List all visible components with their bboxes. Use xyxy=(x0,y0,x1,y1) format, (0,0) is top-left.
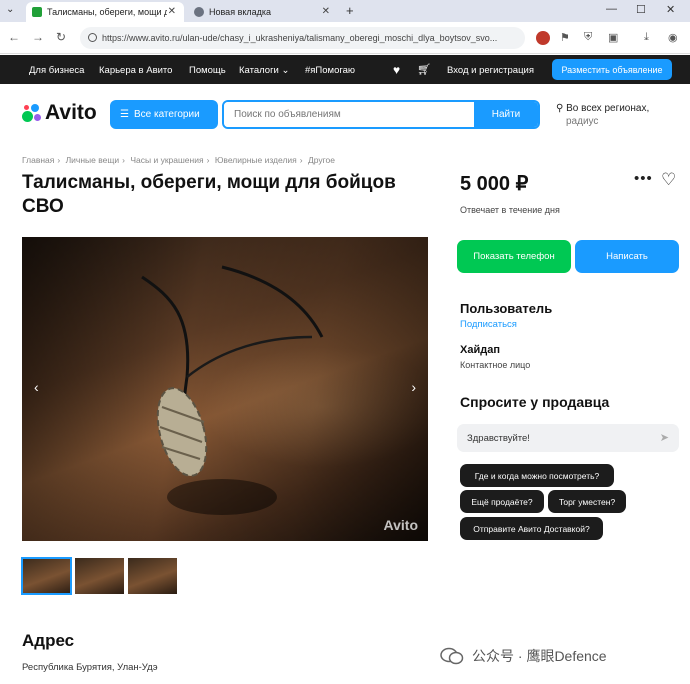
address-bar-row: ← → ↻ https://www.avito.ru/ulan-ude/chas… xyxy=(0,22,690,54)
nav-help[interactable]: Помощь xyxy=(189,65,226,76)
menu-icon: ☰ xyxy=(120,109,129,120)
puzzle-icon[interactable]: ▣ xyxy=(608,31,618,44)
price: 5 000 ₽ xyxy=(460,173,529,195)
wechat-icon xyxy=(440,647,464,665)
nav-catalogs-label: Каталоги xyxy=(239,65,279,76)
all-categories-button[interactable]: ☰ Все категории xyxy=(110,100,218,129)
show-phone-button[interactable]: Показать телефон xyxy=(457,240,571,273)
region-label: Во всех регионах, xyxy=(566,103,650,114)
ask-seller-heading: Спросите у продавца xyxy=(460,394,610,410)
seller-name[interactable]: Пользователь xyxy=(460,301,552,316)
thumbnail[interactable] xyxy=(128,558,177,594)
breadcrumb-item[interactable]: Личные вещи xyxy=(66,155,120,165)
location-pin-icon: ⚲ xyxy=(556,103,564,114)
extension-icon[interactable] xyxy=(536,31,550,45)
back-icon[interactable]: ← xyxy=(8,30,20,44)
prev-photo-icon[interactable]: ‹ xyxy=(34,379,39,395)
heart-icon[interactable]: ♥ xyxy=(393,63,400,77)
amulet-illustration xyxy=(141,265,324,515)
tab-new[interactable]: Новая вкладка ✕ xyxy=(188,2,338,22)
nav-catalogs[interactable]: Каталоги ⌄ xyxy=(239,65,289,76)
login-link[interactable]: Вход и регистрация xyxy=(447,65,534,76)
quick-question-chip[interactable]: Отправите Авито Доставкой? xyxy=(460,517,603,540)
nav-help-tag[interactable]: #яПомогаю xyxy=(305,65,355,76)
avito-logo[interactable]: Avito xyxy=(22,101,97,125)
listing-title: Талисманы, обереги, мощи для бойцов СВО xyxy=(22,172,396,217)
contact-role: Контактное лицо xyxy=(460,360,531,370)
wechat-watermark: 公众号 · 鹰眼Defence xyxy=(440,646,607,666)
contact-name: Хайдап xyxy=(460,344,500,356)
download-icon[interactable]: ⤓ xyxy=(644,31,649,44)
ask-input[interactable]: Здравствуйте! ➤ xyxy=(457,424,679,452)
tab-avito[interactable]: Талисманы, обереги, мощи д ✕ xyxy=(26,2,184,22)
ask-input-value: Здравствуйте! xyxy=(467,432,530,444)
forward-icon[interactable]: → xyxy=(32,30,44,44)
region-sub: радиус xyxy=(566,116,599,127)
chrome-favicon-icon xyxy=(194,7,204,17)
write-button[interactable]: Написать xyxy=(575,240,679,273)
breadcrumb-item[interactable]: Другое xyxy=(308,155,335,165)
reload-icon[interactable]: ↻ xyxy=(56,30,66,44)
site-info-icon[interactable] xyxy=(88,33,97,42)
photo-watermark: Avito xyxy=(383,517,418,533)
breadcrumb-item[interactable]: Ювелирные изделия xyxy=(215,155,297,165)
region-selector[interactable]: ⚲ Во всех регионах, радиус xyxy=(556,102,666,128)
search-input[interactable] xyxy=(224,102,474,127)
quick-question-chip[interactable]: Ещё продаёте? xyxy=(460,490,544,513)
logo-text: Avito xyxy=(45,101,97,124)
cart-icon[interactable]: 🛒︎ xyxy=(417,63,431,76)
close-icon[interactable]: ✕ xyxy=(322,6,330,17)
address-heading: Адрес xyxy=(22,631,75,650)
chevron-down-icon: ⌄ xyxy=(281,65,290,76)
address-value: Республика Бурятия, Улан-Удэ xyxy=(22,662,158,673)
maximize-icon[interactable]: ☐ xyxy=(636,3,646,16)
thumbnail[interactable] xyxy=(21,557,72,595)
more-options-icon[interactable]: ••• xyxy=(634,170,653,187)
tab-title: Талисманы, обереги, мощи д xyxy=(47,7,167,17)
avito-top-nav: Для бизнеса Карьера в Авито Помощь Катал… xyxy=(0,55,690,84)
translate-icon[interactable]: ⚑ xyxy=(560,31,570,44)
quick-question-chip[interactable]: Где и когда можно посмотреть? xyxy=(460,464,614,487)
breadcrumb-item[interactable]: Главная xyxy=(22,155,54,165)
reply-time: Отвечает в течение дня xyxy=(460,205,560,215)
photo-thumbnails xyxy=(21,557,181,595)
minimize-icon[interactable]: — xyxy=(606,3,617,15)
tab-search-icon[interactable]: ⌄ xyxy=(6,4,14,15)
post-ad-button[interactable]: Разместить объявление xyxy=(552,59,672,80)
tab-title: Новая вкладка xyxy=(209,7,272,17)
browser-tab-bar: ⌄ Талисманы, обереги, мощи д ✕ Новая вкл… xyxy=(0,0,690,22)
send-icon[interactable]: ➤ xyxy=(660,431,669,444)
window-close-icon[interactable]: ✕ xyxy=(666,3,675,16)
search-bar: Найти xyxy=(222,100,540,129)
nav-business[interactable]: Для бизнеса xyxy=(29,65,84,76)
watermark-text: 公众号 · 鹰眼Defence xyxy=(472,648,607,664)
new-tab-button[interactable]: + xyxy=(346,3,354,18)
close-icon[interactable]: ✕ xyxy=(168,6,176,17)
all-categories-label: Все категории xyxy=(133,109,200,120)
next-photo-icon[interactable]: › xyxy=(411,379,416,395)
search-button[interactable]: Найти xyxy=(474,102,538,127)
breadcrumb-item[interactable]: Часы и украшения xyxy=(130,155,203,165)
profile-icon[interactable]: ◉ xyxy=(668,31,678,44)
shield-icon[interactable]: ⛨ xyxy=(584,31,592,44)
thumbnail[interactable] xyxy=(75,558,124,594)
avito-favicon-icon xyxy=(32,7,42,17)
url-field[interactable]: https://www.avito.ru/ulan-ude/chasy_i_uk… xyxy=(80,27,525,49)
listing-photo[interactable]: ‹ › Avito xyxy=(22,237,428,541)
breadcrumb: Главная › Личные вещи › Часы и украшения › … xyxy=(22,155,336,165)
nav-career[interactable]: Карьера в Авито xyxy=(99,65,172,76)
url-text: https://www.avito.ru/ulan-ude/chasy_i_uk… xyxy=(102,33,498,43)
favorite-heart-icon[interactable]: ♡ xyxy=(661,170,676,190)
avito-logo-icon xyxy=(22,103,42,123)
subscribe-link[interactable]: Подписаться xyxy=(460,319,517,330)
quick-question-chip[interactable]: Торг уместен? xyxy=(548,490,626,513)
